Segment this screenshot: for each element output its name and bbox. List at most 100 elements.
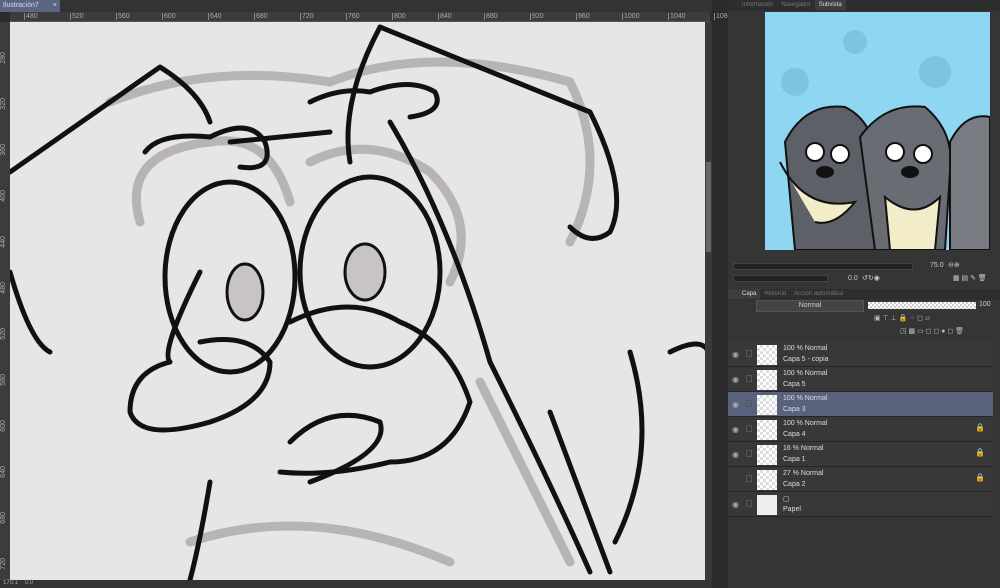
hidden-icon[interactable]	[732, 475, 741, 482]
scroll-thumb[interactable]	[706, 162, 711, 252]
layer-row[interactable]: ◉ 100 % Normal Capa 4 🔒	[728, 417, 993, 442]
lock-icon[interactable]: 🔒	[975, 473, 985, 482]
layer-lock-icons[interactable]: ▣ ⊤ ⊥ 🔒 ⁘ ◻ ▱	[874, 314, 930, 322]
layer-name[interactable]: Capa 5	[783, 381, 806, 388]
zoom-slider[interactable]	[733, 263, 913, 270]
opacity-value[interactable]: 100	[979, 301, 991, 308]
ruler-tick-label: 320	[0, 98, 7, 110]
layer-name[interactable]: Capa 5 - copia	[783, 356, 829, 363]
eye-icon[interactable]: ◉	[732, 450, 741, 459]
rotation-value[interactable]: 0.0	[848, 275, 858, 282]
layer-name[interactable]: Capa 1	[783, 456, 806, 463]
tab-accion-automatica[interactable]: Acción automática	[790, 289, 847, 299]
vertical-scrollbar[interactable]	[705, 22, 712, 580]
rotate-icons[interactable]: ↺↻◉	[862, 274, 880, 282]
layer-checkbox[interactable]	[746, 375, 752, 382]
ruler-tick-label: 520	[0, 328, 7, 340]
layer-row[interactable]: ◉ ▢ Papel	[728, 492, 993, 517]
status-bar: 170.1 0.0	[0, 580, 712, 588]
ruler-tick-label: 600	[0, 420, 7, 432]
layer-thumbnail	[757, 495, 777, 515]
paper-icon: ▢	[783, 496, 790, 503]
layer-thumbnail	[757, 370, 777, 390]
subview-reference-image	[765, 12, 990, 250]
tab-capa[interactable]: Capa	[728, 289, 761, 299]
dog-reference-illustration	[779, 30, 990, 250]
rotation-slider[interactable]	[733, 275, 828, 282]
lock-icon[interactable]: 🔒	[975, 448, 985, 457]
ruler-tick-label: 1000	[622, 13, 640, 20]
ruler-tick-label: 560	[0, 374, 7, 386]
pen-icon[interactable]	[746, 400, 752, 407]
layer-action-icons[interactable]: ▦ ▤ ✎ 🗑	[953, 274, 987, 282]
sketch-artwork	[10, 24, 705, 580]
blend-mode-select[interactable]: Normal	[756, 300, 864, 312]
ruler-tick-label: 680	[0, 512, 7, 524]
ruler-tick-label: 960	[576, 13, 590, 20]
document-title: Ilustración7	[3, 2, 39, 9]
ruler-left: 280 320 360 400 440 480 520 560 600 640 680 720	[0, 22, 10, 580]
ruler-tick-label: 640	[0, 466, 7, 478]
layer-thumbnail	[757, 470, 777, 490]
layer-list: ◉ 100 % Normal Capa 5 - copia ◉ 100 % Normal…	[728, 342, 1000, 522]
opacity-slider[interactable]	[868, 302, 976, 309]
ruler-tick-label: 360	[0, 144, 7, 156]
layer-thumbnail	[757, 345, 777, 365]
ruler-tick-label: 680	[254, 13, 268, 20]
tab-informacion[interactable]: Información	[728, 0, 777, 10]
layer-checkbox[interactable]	[746, 450, 752, 457]
layer-mode: 100 % Normal	[783, 370, 828, 377]
ruler-tick-label: 440	[0, 236, 7, 248]
ruler-tick-label: 720	[0, 558, 7, 570]
layer-name[interactable]: Capa 3	[783, 406, 806, 413]
layer-checkbox[interactable]	[746, 425, 752, 432]
eye-icon[interactable]: ◉	[732, 350, 741, 359]
layer-name[interactable]: Capa 4	[783, 431, 806, 438]
layer-row[interactable]: ◉ 100 % Normal Capa 3	[728, 392, 993, 417]
layer-name[interactable]: Papel	[783, 506, 801, 513]
zoom-out-icon[interactable]: ⊖⊕	[948, 261, 960, 269]
document-tab-bar	[0, 0, 712, 12]
ruler-tick-label: 480	[0, 282, 7, 294]
ruler-tick-label: 560	[116, 13, 130, 20]
angle-readout[interactable]: 0.0	[25, 580, 33, 586]
ruler-tick-label: 840	[438, 13, 452, 20]
layer-row[interactable]: ◉ 16 % Normal Capa 1 🔒	[728, 442, 993, 467]
close-tab-icon[interactable]: ×	[53, 2, 57, 9]
ruler-tick-label: 640	[208, 13, 222, 20]
tab-historial[interactable]: Historial	[760, 289, 790, 299]
layer-checkbox[interactable]	[746, 500, 752, 507]
layer-thumbnail	[757, 445, 777, 465]
layer-row[interactable]: ◉ 100 % Normal Capa 5	[728, 367, 993, 392]
ruler-tick-label: 880	[484, 13, 498, 20]
layer-create-icons[interactable]: ◳ ▩ ▭ ◻ ◻ ● ◻ 🗑	[900, 327, 964, 335]
tab-navegador[interactable]: Navegador	[777, 0, 814, 10]
layer-thumbnail	[757, 420, 777, 440]
layer-name[interactable]: Capa 2	[783, 481, 806, 488]
lock-icon[interactable]: 🔒	[975, 423, 985, 432]
ruler-tick-label: 600	[162, 13, 176, 20]
ruler-tick-label: 920	[530, 13, 544, 20]
layer-checkbox[interactable]	[746, 475, 752, 482]
zoom-value[interactable]: 75.0	[930, 262, 944, 269]
subview-tabs: Información Navegador Subvista	[728, 0, 1000, 11]
document-tab[interactable]: Ilustración7 ×	[0, 0, 60, 12]
layer-panel-tabs: Capa Historial Acción automática	[728, 289, 1000, 300]
drawing-canvas[interactable]	[10, 22, 705, 580]
ruler-tick-label: 400	[0, 190, 7, 202]
zoom-readout[interactable]: 170.1	[3, 580, 18, 586]
eye-icon[interactable]: ◉	[732, 425, 741, 434]
layer-row[interactable]: 27 % Normal Capa 2 🔒	[728, 467, 993, 492]
tab-subvista[interactable]: Subvista	[814, 0, 846, 10]
eye-icon[interactable]: ◉	[732, 400, 741, 409]
layer-row[interactable]: ◉ 100 % Normal Capa 5 - copia	[728, 342, 993, 367]
ruler-tick-label: 760	[346, 13, 360, 20]
layer-mode: 27 % Normal	[783, 470, 824, 477]
ruler-top: 480 520 560 600 640 680 720 760 800 840 880 920 960 1…	[10, 12, 732, 22]
eye-icon[interactable]: ◉	[732, 500, 741, 509]
layer-checkbox[interactable]	[746, 350, 752, 357]
eye-icon[interactable]: ◉	[732, 375, 741, 384]
layer-mode: 16 % Normal	[783, 445, 824, 452]
ruler-tick-label: 280	[0, 52, 7, 64]
layer-mode: 100 % Normal	[783, 420, 828, 427]
